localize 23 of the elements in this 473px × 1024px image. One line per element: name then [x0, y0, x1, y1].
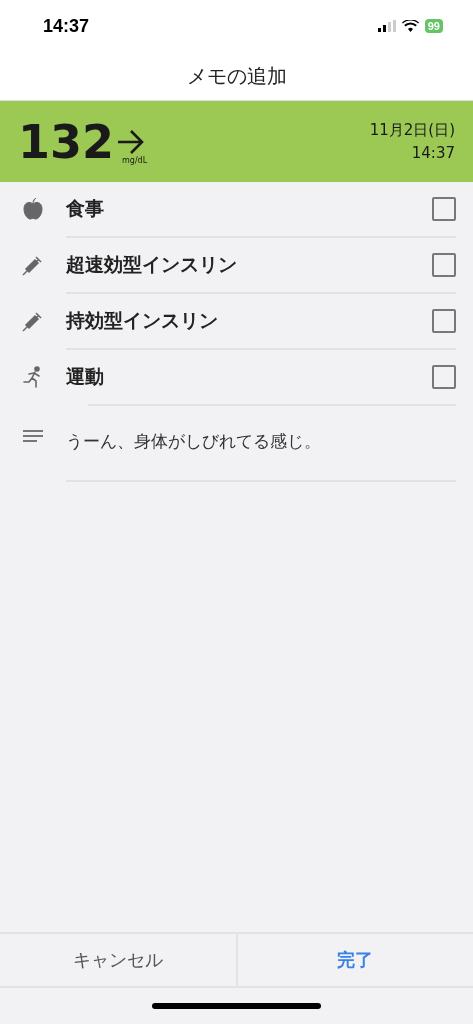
checkbox[interactable]: [432, 365, 456, 389]
apple-icon: [23, 198, 43, 220]
item-label: 食事: [66, 196, 105, 221]
cancel-button[interactable]: キャンセル: [0, 934, 236, 986]
item-label: 運動: [66, 364, 105, 389]
checkbox[interactable]: [432, 197, 456, 221]
screen-title: メモの追加: [186, 62, 287, 90]
signal-icon: [377, 20, 396, 32]
item-label: 持効型インスリン: [66, 308, 219, 333]
notes-icon: [23, 430, 43, 444]
syringe-icon: [22, 310, 44, 332]
note-field[interactable]: うーん、身体がしびれてる感じ。: [66, 430, 321, 453]
glucose-value: 132: [18, 118, 115, 165]
unit-label: mg/dL: [122, 155, 148, 165]
item-label: 超速効型インスリン: [66, 252, 238, 277]
battery-icon: 99: [424, 19, 443, 33]
syringe-icon: [22, 254, 44, 276]
reading-time: 14:37: [411, 144, 455, 162]
checkbox[interactable]: [432, 253, 456, 277]
wifi-icon: [401, 20, 419, 32]
checkbox[interactable]: [432, 309, 456, 333]
status-time: 14:37: [43, 15, 90, 37]
reading-date: 11月2日(日): [369, 121, 455, 140]
